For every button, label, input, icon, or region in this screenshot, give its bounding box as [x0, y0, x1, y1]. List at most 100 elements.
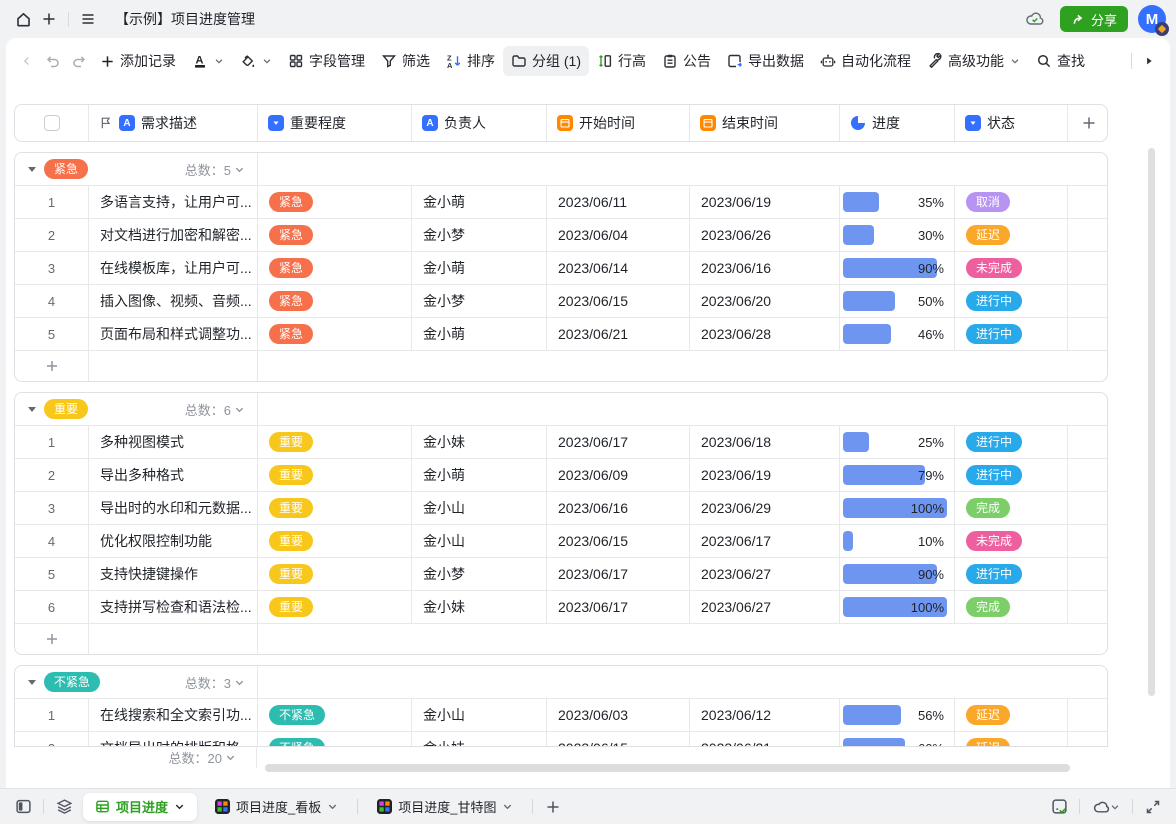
cell-progress[interactable]: 90% — [839, 252, 954, 284]
cell-requirement[interactable]: 支持拼写检查和语法检... — [88, 591, 257, 623]
extensions-button[interactable] — [1087, 794, 1125, 820]
cell-end-date[interactable]: 2023/06/18 — [689, 426, 839, 458]
cell-end-date[interactable]: 2023/06/27 — [689, 558, 839, 590]
group-count[interactable]: 总数：5 — [185, 160, 257, 179]
sort-button[interactable]: ZA 排序 — [438, 46, 503, 76]
cell-importance[interactable]: 重要 — [257, 492, 411, 524]
font-color-button[interactable]: A — [184, 48, 232, 74]
cell-importance[interactable]: 重要 — [257, 426, 411, 458]
cell-start-date[interactable]: 2023/06/14 — [546, 252, 689, 284]
cell-start-date[interactable]: 2023/06/17 — [546, 558, 689, 590]
cell-requirement[interactable]: 多语言支持，让用户可... — [88, 186, 257, 218]
cell-owner[interactable]: 金小山 — [411, 525, 546, 557]
table-row[interactable]: 3导出时的水印和元数据...重要金小山2023/06/162023/06/291… — [15, 492, 1107, 525]
cell-requirement[interactable]: 对文档进行加密和解密... — [88, 219, 257, 251]
column-header-importance[interactable]: 重要程度 — [257, 105, 411, 141]
vertical-scrollbar[interactable] — [1148, 148, 1155, 696]
cell-owner[interactable]: 金小梦 — [411, 285, 546, 317]
cell-color-button[interactable] — [232, 48, 280, 74]
cell-start-date[interactable]: 2023/06/09 — [546, 459, 689, 491]
field-manage-button[interactable]: 字段管理 — [280, 46, 373, 76]
cell-owner[interactable]: 金小萌 — [411, 318, 546, 350]
cell-owner[interactable]: 金小萌 — [411, 186, 546, 218]
cell-owner[interactable]: 金小山 — [411, 699, 546, 731]
cell-requirement[interactable]: 优化权限控制功能 — [88, 525, 257, 557]
total-count[interactable]: 总数：20 — [156, 746, 236, 768]
column-header-status[interactable]: 状态 — [954, 105, 1067, 141]
cell-progress[interactable]: 79% — [839, 459, 954, 491]
cell-requirement[interactable]: 在线搜索和全文索引功... — [88, 699, 257, 731]
undo-icon[interactable] — [40, 48, 66, 74]
cell-progress[interactable]: 100% — [839, 591, 954, 623]
export-button[interactable]: 导出数据 — [719, 46, 812, 76]
cell-start-date[interactable]: 2023/06/17 — [546, 591, 689, 623]
menu-icon[interactable] — [75, 6, 101, 32]
cell-start-date[interactable]: 2023/06/15 — [546, 525, 689, 557]
cell-progress[interactable]: 46% — [839, 318, 954, 350]
cell-end-date[interactable]: 2023/06/20 — [689, 285, 839, 317]
cell-progress[interactable]: 10% — [839, 525, 954, 557]
cell-progress[interactable]: 35% — [839, 186, 954, 218]
cell-end-date[interactable]: 2023/06/27 — [689, 591, 839, 623]
group-button[interactable]: 分组 (1) — [503, 46, 589, 76]
cell-importance[interactable]: 紧急 — [257, 252, 411, 284]
table-row[interactable]: 2导出多种格式重要金小萌2023/06/092023/06/1979%进行中 — [15, 459, 1107, 492]
group-count[interactable]: 总数：3 — [185, 673, 257, 692]
cell-progress[interactable]: 90% — [839, 558, 954, 590]
cell-start-date[interactable]: 2023/06/16 — [546, 492, 689, 524]
cell-end-date[interactable]: 2023/06/26 — [689, 219, 839, 251]
select-all-checkbox[interactable] — [44, 115, 60, 131]
table-row[interactable]: 3在线模板库，让用户可...紧急金小萌2023/06/142023/06/169… — [15, 252, 1107, 285]
cell-status[interactable]: 未完成 — [954, 525, 1067, 557]
table-row[interactable]: 1多种视图模式重要金小妹2023/06/172023/06/1825%进行中 — [15, 426, 1107, 459]
cell-owner[interactable]: 金小萌 — [411, 459, 546, 491]
add-record-row[interactable] — [15, 351, 1107, 381]
cell-importance[interactable]: 不紧急 — [257, 699, 411, 731]
cell-start-date[interactable]: 2023/06/11 — [546, 186, 689, 218]
find-button[interactable]: 查找 — [1028, 46, 1093, 76]
cell-owner[interactable]: 金小妹 — [411, 591, 546, 623]
cell-requirement[interactable]: 多种视图模式 — [88, 426, 257, 458]
collapse-triangle-icon[interactable] — [28, 407, 36, 412]
cell-status[interactable]: 完成 — [954, 591, 1067, 623]
cell-start-date[interactable]: 2023/06/03 — [546, 699, 689, 731]
cell-status[interactable]: 完成 — [954, 492, 1067, 524]
cell-status[interactable]: 进行中 — [954, 285, 1067, 317]
sidebar-toggle-icon[interactable] — [10, 794, 36, 820]
cell-importance[interactable]: 紧急 — [257, 219, 411, 251]
home-icon[interactable] — [10, 6, 36, 32]
add-field-button[interactable] — [1067, 105, 1109, 141]
cell-end-date[interactable]: 2023/06/28 — [689, 318, 839, 350]
horizontal-scrollbar[interactable] — [265, 764, 1070, 772]
table-row[interactable]: 4插入图像、视频、音频...紧急金小梦2023/06/152023/06/205… — [15, 285, 1107, 318]
cell-importance[interactable]: 紧急 — [257, 186, 411, 218]
column-header-start-date[interactable]: 开始时间 — [546, 105, 689, 141]
column-header-end-date[interactable]: 结束时间 — [689, 105, 839, 141]
redo-icon[interactable] — [66, 48, 92, 74]
table-row[interactable]: 5页面布局和样式调整功...紧急金小萌2023/06/212023/06/284… — [15, 318, 1107, 351]
cell-start-date[interactable]: 2023/06/17 — [546, 426, 689, 458]
cell-progress[interactable]: 100% — [839, 492, 954, 524]
collapse-triangle-icon[interactable] — [28, 167, 36, 172]
cell-status[interactable]: 取消 — [954, 186, 1067, 218]
announce-button[interactable]: 公告 — [654, 46, 719, 76]
avatar[interactable]: M — [1138, 5, 1166, 33]
form-widget-icon[interactable] — [1046, 794, 1072, 820]
cell-owner[interactable]: 金小梦 — [411, 219, 546, 251]
cell-requirement[interactable]: 导出多种格式 — [88, 459, 257, 491]
collapse-triangle-icon[interactable] — [28, 680, 36, 685]
cell-end-date[interactable]: 2023/06/19 — [689, 459, 839, 491]
column-header-requirement[interactable]: A 需求描述 — [88, 105, 257, 141]
table-row[interactable]: 6支持拼写检查和语法检...重要金小妹2023/06/172023/06/271… — [15, 591, 1107, 624]
cell-importance[interactable]: 重要 — [257, 459, 411, 491]
cell-status[interactable]: 未完成 — [954, 252, 1067, 284]
add-record-row[interactable] — [15, 624, 1107, 654]
cell-progress[interactable]: 56% — [839, 699, 954, 731]
cell-status[interactable]: 进行中 — [954, 558, 1067, 590]
cell-status[interactable]: 进行中 — [954, 459, 1067, 491]
add-view-button[interactable] — [540, 794, 566, 820]
fullscreen-icon[interactable] — [1140, 794, 1166, 820]
new-tab-icon[interactable] — [36, 6, 62, 32]
cell-owner[interactable]: 金小萌 — [411, 252, 546, 284]
cell-owner[interactable]: 金小梦 — [411, 558, 546, 590]
